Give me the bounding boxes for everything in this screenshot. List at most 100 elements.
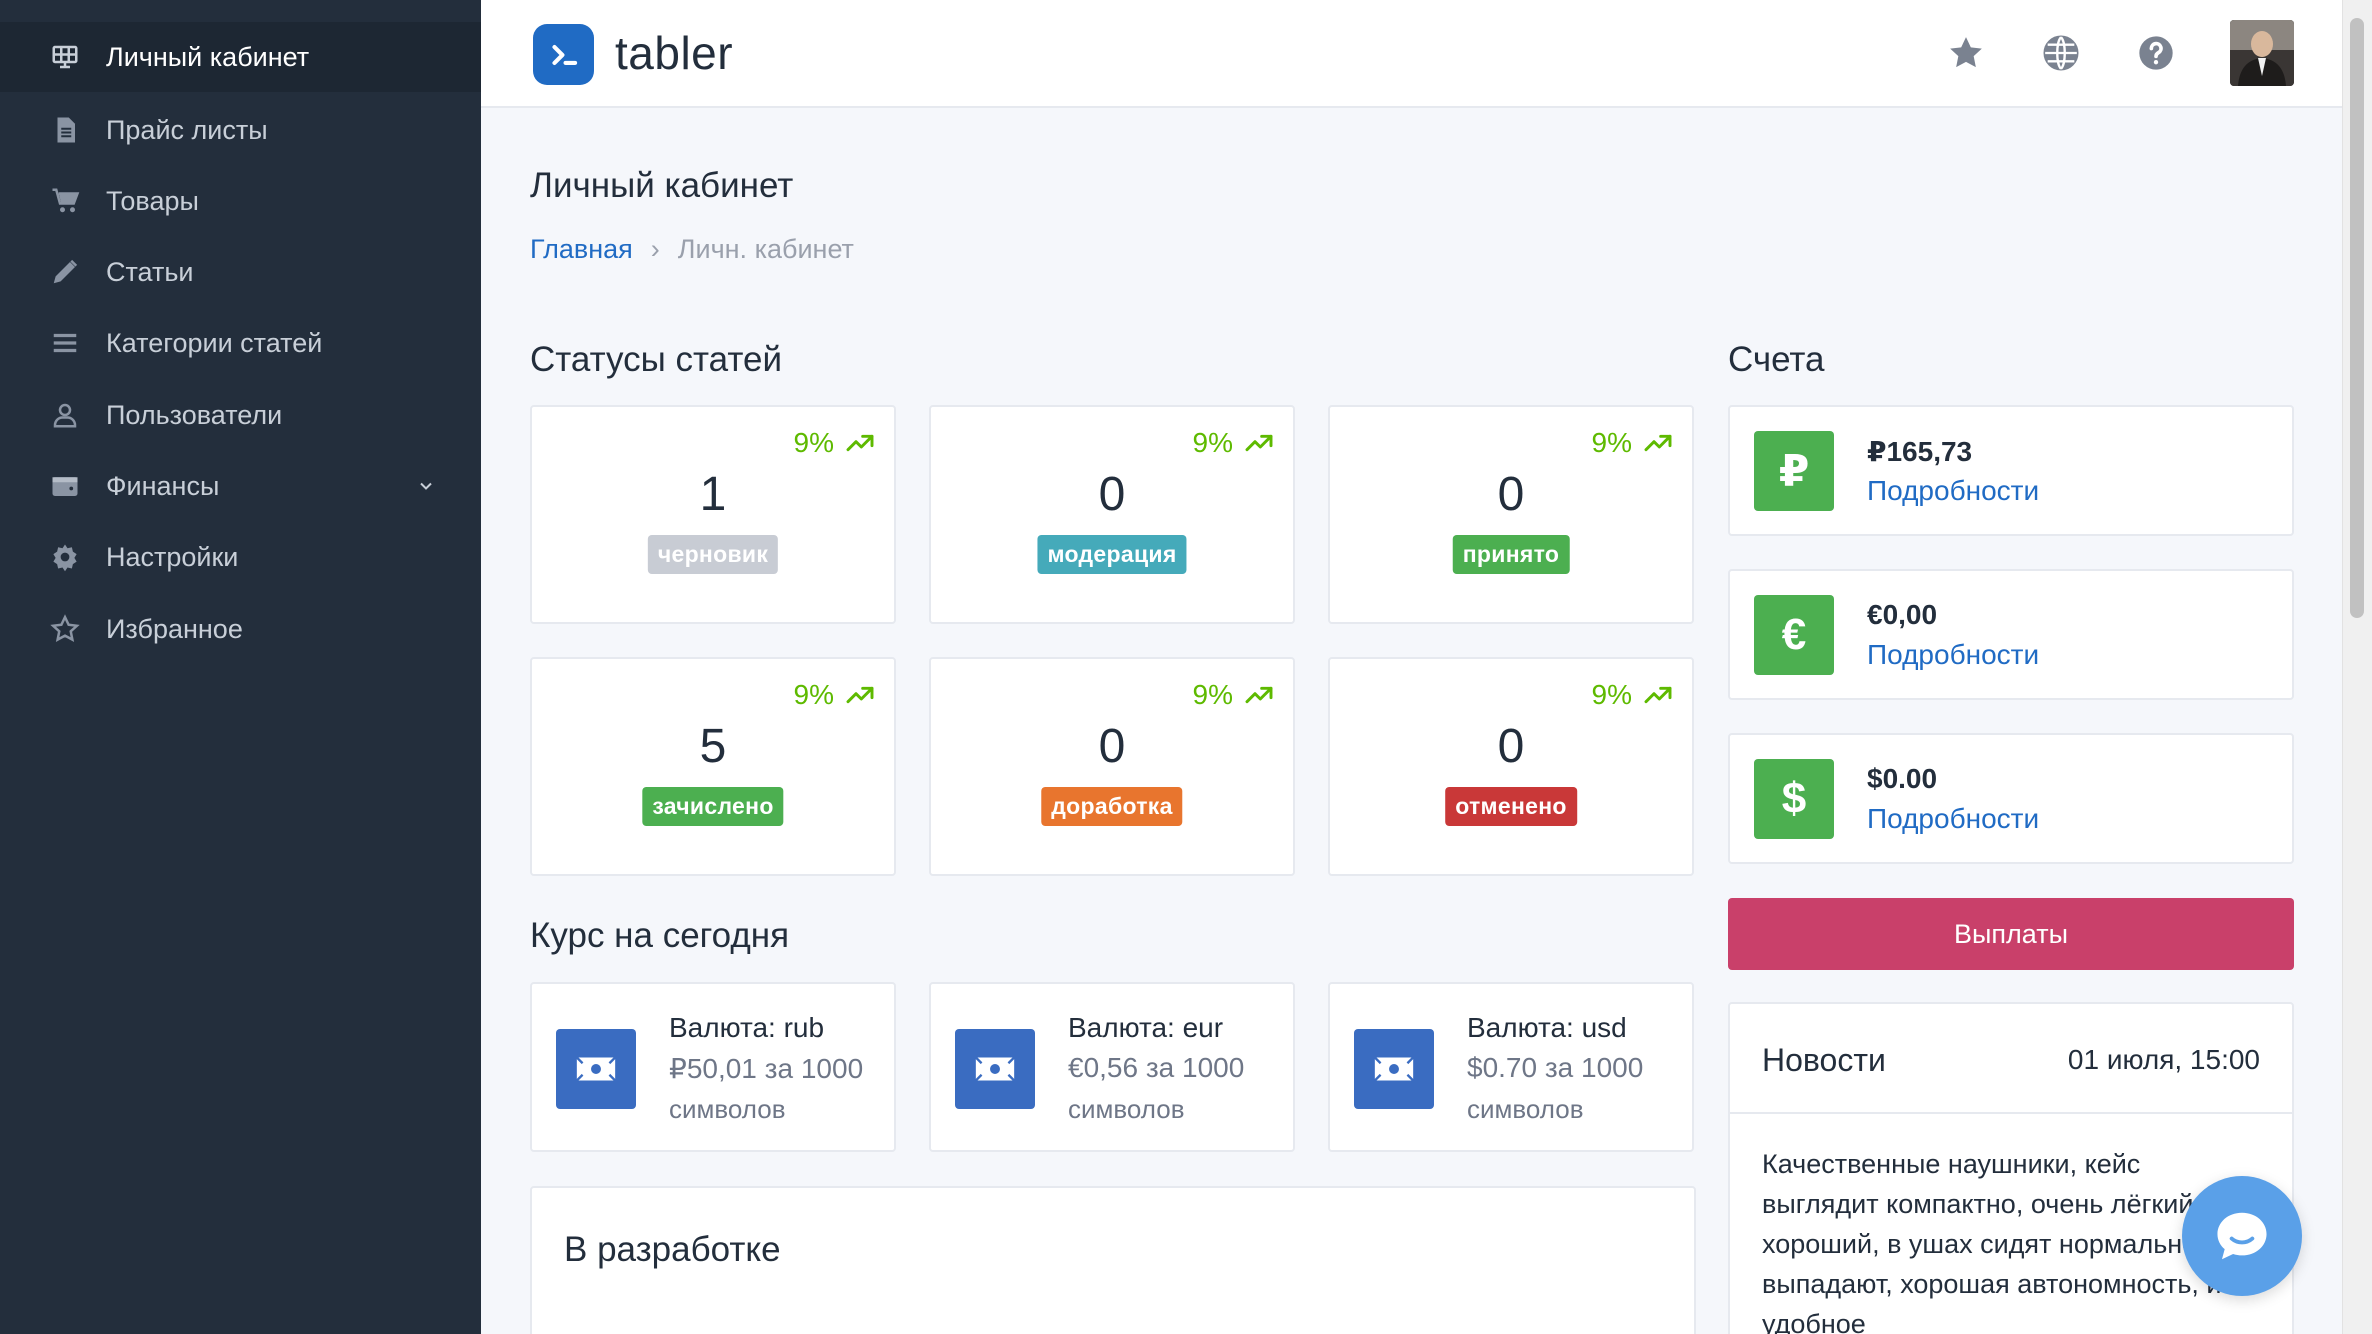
- rates-section-title: Курс на сегодня: [530, 916, 790, 955]
- accounts-section-title: Счета: [1728, 340, 1825, 379]
- status-trend-value: 9%: [1591, 679, 1632, 710]
- chat-widget-button[interactable]: [2182, 1176, 2302, 1296]
- status-trend: 9%: [1592, 427, 1674, 459]
- currency-rate-title: Валюта: usd: [1467, 1012, 1627, 1043]
- sidebar-item-articles[interactable]: Статьи: [0, 237, 481, 307]
- sidebar-item-label: Финансы: [106, 470, 220, 501]
- status-count: 0: [1497, 720, 1525, 773]
- star-icon: [48, 612, 82, 646]
- page-scrollbar-thumb[interactable]: [2350, 18, 2364, 618]
- sidebar-item-label: Личный кабинет: [106, 41, 310, 72]
- sidebar-item-label: Избранное: [106, 613, 243, 644]
- trending-up-icon: [1245, 686, 1273, 704]
- dashboard-icon: [48, 40, 82, 74]
- status-trend: 9%: [794, 427, 876, 459]
- sidebar-item-finance[interactable]: Финансы: [0, 451, 481, 521]
- status-badge: принято: [1452, 535, 1570, 574]
- status-badge: зачислено: [642, 787, 784, 826]
- sidebar-item-label: Прайс листы: [106, 114, 268, 145]
- currency-rate-card: Валюта: usd $0.70 за 1000 символов: [1328, 982, 1694, 1152]
- sidebar-item-label: Категории статей: [106, 327, 323, 358]
- trending-up-icon: [1245, 434, 1273, 452]
- currency-rate-unit: символов: [669, 1094, 786, 1124]
- status-trend-value: 9%: [793, 427, 834, 458]
- user-icon: [48, 398, 82, 432]
- status-count: 5: [699, 720, 727, 773]
- page-title: Личный кабинет: [530, 166, 794, 205]
- account-balance: €0,00: [1867, 599, 1938, 630]
- account-card: € €0,00 Подробности: [1728, 569, 2294, 700]
- sidebar-item-settings[interactable]: Настройки: [0, 522, 481, 592]
- status-count: 1: [699, 468, 727, 521]
- globe-icon[interactable]: [2038, 30, 2084, 76]
- status-card: 9% 0 доработка: [929, 657, 1295, 876]
- sidebar-item-favorites[interactable]: Избранное: [0, 594, 481, 664]
- trending-up-icon: [1644, 686, 1672, 704]
- currency-rate-title: Валюта: rub: [669, 1012, 825, 1043]
- wallet-icon: [48, 469, 82, 503]
- banknote-icon: [556, 1029, 636, 1109]
- news-date: 01 июля, 15:00: [2067, 1044, 2260, 1075]
- help-icon[interactable]: [2133, 30, 2179, 76]
- cart-icon: [48, 184, 82, 218]
- currency-rate-price: $0.70 за 1000: [1467, 1052, 1644, 1083]
- avatar[interactable]: [2230, 20, 2294, 86]
- status-card: 9% 0 принято: [1328, 405, 1694, 624]
- list-icon: [48, 326, 82, 360]
- chat-icon: [2217, 1212, 2267, 1260]
- top-header: tabler: [481, 0, 2342, 108]
- sidebar-item-label: Статьи: [106, 256, 194, 287]
- currency-rate-card: Валюта: rub ₽50,01 за 1000 символов: [530, 982, 896, 1152]
- status-badge: доработка: [1041, 787, 1183, 826]
- trending-up-icon: [846, 686, 874, 704]
- in-development-title: В разработке: [564, 1230, 781, 1269]
- star-icon[interactable]: [1943, 30, 1989, 76]
- trending-up-icon: [1644, 434, 1672, 452]
- status-card: 9% 0 отменено: [1328, 657, 1694, 876]
- sidebar-item-products[interactable]: Товары: [0, 166, 481, 236]
- status-count: 0: [1497, 468, 1525, 521]
- sidebar-item-label: Пользователи: [106, 399, 283, 430]
- breadcrumb-home-link[interactable]: Главная: [530, 234, 633, 265]
- news-title: Новости: [1762, 1042, 1886, 1078]
- file-icon: [48, 113, 82, 147]
- sidebar: Личный кабинет Прайс листы Товары Статьи…: [0, 0, 481, 1334]
- status-badge: отменено: [1445, 787, 1577, 826]
- status-trend-value: 9%: [793, 679, 834, 710]
- status-badge: черновик: [647, 535, 779, 574]
- payouts-button[interactable]: Выплаты: [1728, 898, 2294, 970]
- account-details-link[interactable]: Подробности: [1867, 803, 2039, 835]
- currency-rate-unit: символов: [1467, 1094, 1584, 1124]
- chevron-down-icon[interactable]: [414, 474, 438, 498]
- news-header: Новости 01 июля, 15:00: [1730, 1004, 2292, 1114]
- status-count: 0: [1098, 468, 1126, 521]
- account-details-link[interactable]: Подробности: [1867, 639, 2039, 671]
- pencil-icon: [48, 255, 82, 289]
- logo-text[interactable]: tabler: [615, 26, 733, 80]
- banknote-icon: [1354, 1029, 1434, 1109]
- currency-rate-title: Валюта: eur: [1068, 1012, 1224, 1043]
- breadcrumb: Главная › Личн. кабинет: [530, 234, 854, 265]
- currency-rate-card: Валюта: eur €0,56 за 1000 символов: [929, 982, 1295, 1152]
- sidebar-item-label: Настройки: [106, 541, 239, 572]
- status-card: 9% 5 зачислено: [530, 657, 896, 876]
- breadcrumb-current: Личн. кабинет: [677, 234, 854, 264]
- sidebar-item-users[interactable]: Пользователи: [0, 380, 481, 450]
- sidebar-item-price-lists[interactable]: Прайс листы: [0, 95, 481, 165]
- trending-up-icon: [846, 434, 874, 452]
- status-card: 9% 1 черновик: [530, 405, 896, 624]
- tabler-logo-icon[interactable]: [533, 24, 594, 85]
- status-trend: 9%: [1193, 679, 1275, 711]
- account-card: $ $0.00 Подробности: [1728, 733, 2294, 864]
- currency-rate-unit: символов: [1068, 1094, 1185, 1124]
- sidebar-item-article-categories[interactable]: Категории статей: [0, 308, 481, 378]
- status-card: 9% 0 модерация: [929, 405, 1295, 624]
- account-card: ₽ ₽165,73 Подробности: [1728, 405, 2294, 536]
- status-trend-value: 9%: [1192, 427, 1233, 458]
- status-trend-value: 9%: [1591, 427, 1632, 458]
- status-trend: 9%: [1193, 427, 1275, 459]
- account-balance: $0.00: [1867, 763, 1938, 794]
- currency-rate-price: ₽50,01 за 1000: [669, 1053, 864, 1084]
- account-details-link[interactable]: Подробности: [1867, 475, 2039, 507]
- sidebar-item-dashboard[interactable]: Личный кабинет: [0, 22, 481, 92]
